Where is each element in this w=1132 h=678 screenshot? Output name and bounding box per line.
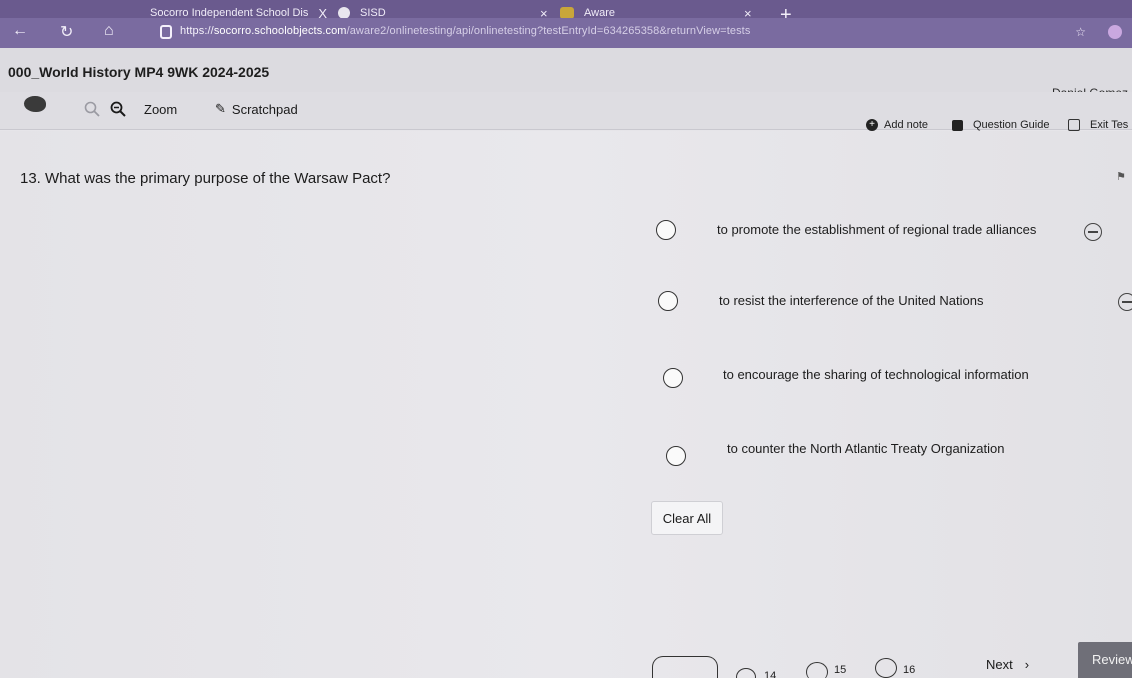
back-arrow-icon[interactable]: ← <box>12 22 28 40</box>
question-14-number[interactable]: 14 <box>764 670 776 678</box>
add-note-button[interactable]: + Add note <box>866 119 928 131</box>
url-host: socorro.schoolobjects.com <box>213 25 347 37</box>
radio-button[interactable] <box>658 291 678 311</box>
chevron-right-icon: › <box>1024 657 1030 672</box>
next-label: Next <box>986 657 1013 672</box>
radio-button[interactable] <box>656 220 676 240</box>
zoom-in-icon <box>110 101 126 117</box>
eliminate-choice-icon[interactable] <box>1084 223 1102 241</box>
exit-label: Exit Tes <box>1090 119 1129 131</box>
url-path: /aware2/onlinetesting/api/onlinetesting?… <box>346 25 751 37</box>
plus-circle-icon: + <box>866 119 878 131</box>
lock-icon <box>160 25 172 39</box>
zoom-out-icon[interactable] <box>84 101 100 117</box>
choice-d-text[interactable]: to counter the North Atlantic Treaty Org… <box>727 441 1004 456</box>
reload-icon[interactable]: ↻ <box>60 22 73 42</box>
profile-avatar[interactable] <box>1108 25 1122 39</box>
home-icon[interactable]: ⌂ <box>104 22 114 40</box>
choice-d[interactable] <box>666 446 686 466</box>
review-button[interactable]: Review <box>1078 642 1132 678</box>
guide-icon <box>952 119 963 131</box>
question-16-number[interactable]: 16 <box>903 664 915 676</box>
next-button[interactable]: Next › <box>986 657 1029 672</box>
question-16-nav[interactable] <box>875 658 897 678</box>
choice-c-text[interactable]: to encourage the sharing of technologica… <box>723 367 1029 382</box>
add-note-label: Add note <box>884 119 929 131</box>
address-bar[interactable]: https://socorro.schoolobjects.com/aware2… <box>180 25 750 37</box>
course-title: 000_World History MP4 9WK 2024-2025 <box>8 64 270 80</box>
url-prefix: https:// <box>180 25 214 37</box>
question-15-number[interactable]: 15 <box>834 664 846 676</box>
zoom-button[interactable]: Zoom <box>110 101 177 117</box>
question-13-nav[interactable] <box>652 656 718 678</box>
choice-a-text[interactable]: to promote the establishment of regional… <box>717 222 1036 237</box>
star-icon[interactable]: ☆ <box>1075 25 1086 39</box>
scratchpad-button[interactable]: ✎ Scratchpad <box>215 101 298 117</box>
question-area <box>0 131 1132 678</box>
clear-all-button[interactable]: Clear All <box>651 501 723 535</box>
zoom-label: Zoom <box>144 101 178 117</box>
toolbar-actions: ☆ <box>1075 25 1122 39</box>
choice-b[interactable] <box>658 291 678 311</box>
question-guide-button[interactable]: Question Guide <box>952 119 1049 131</box>
question-guide-label: Question Guide <box>973 119 1050 131</box>
exit-icon <box>1068 119 1080 131</box>
pencil-icon: ✎ <box>215 101 226 116</box>
radio-button[interactable] <box>663 368 683 388</box>
eliminate-choice-icon[interactable] <box>1118 293 1132 311</box>
flag-icon[interactable]: ⚑ <box>1116 170 1126 183</box>
question-15-nav[interactable] <box>806 662 828 678</box>
radio-button[interactable] <box>666 446 686 466</box>
choice-a[interactable] <box>656 220 676 240</box>
choice-c[interactable] <box>663 368 683 388</box>
question-text: 13. What was the primary purpose of the … <box>20 170 391 187</box>
exit-test-button[interactable]: Exit Tes <box>1068 119 1128 131</box>
palette-icon[interactable] <box>24 96 46 112</box>
scratchpad-label: Scratchpad <box>231 101 298 117</box>
choice-b-text[interactable]: to resist the interference of the United… <box>719 293 983 308</box>
